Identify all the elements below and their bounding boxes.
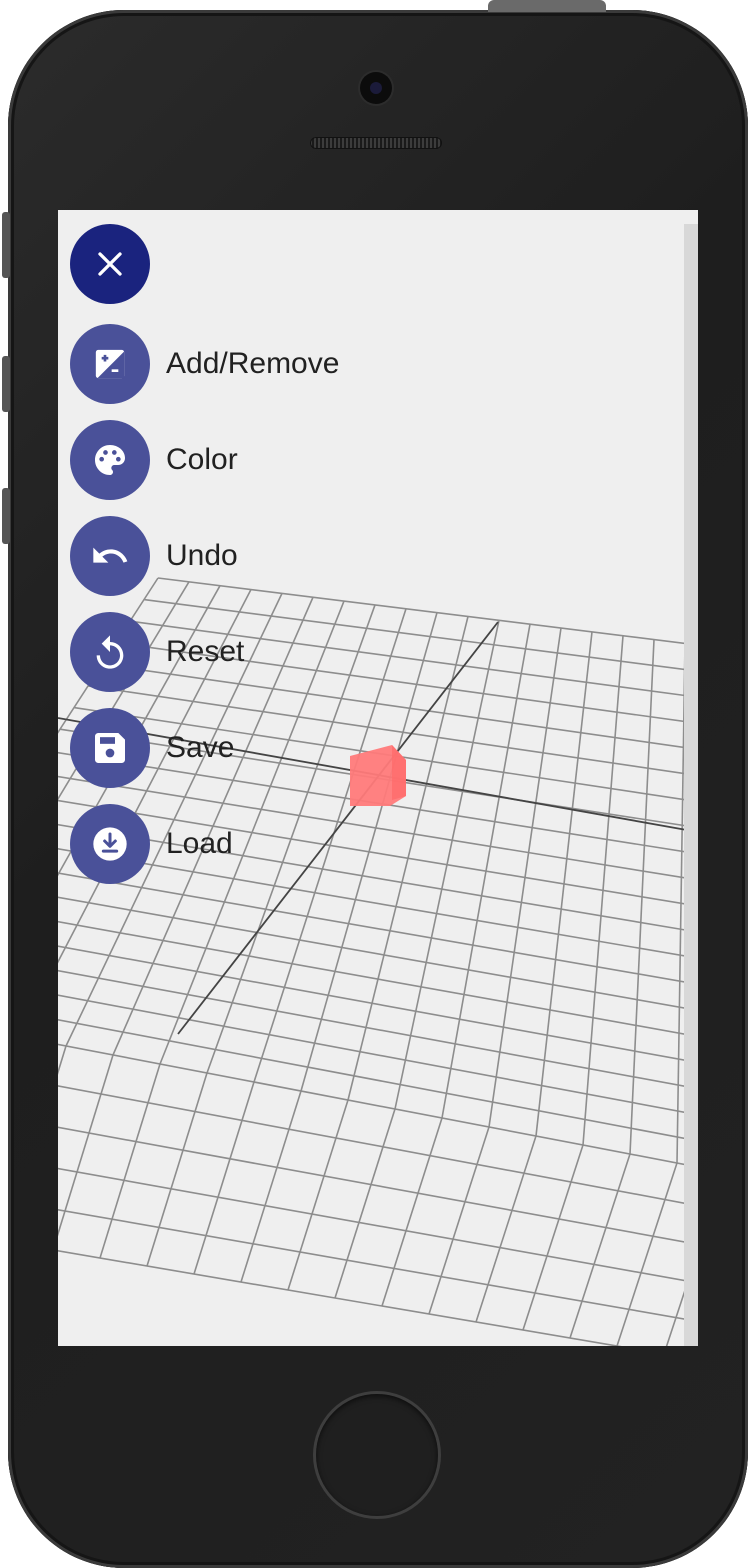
reset-label[interactable]: Reset bbox=[166, 634, 244, 670]
app-screen: Add/Remove Color Undo Reset Save Load bbox=[58, 210, 698, 1346]
reset-icon bbox=[96, 635, 124, 669]
close-menu-button[interactable] bbox=[70, 224, 150, 304]
grid-line bbox=[58, 1250, 622, 1346]
plus-minus-icon bbox=[95, 349, 125, 379]
scene-canvas[interactable] bbox=[58, 210, 698, 1346]
undo-icon bbox=[93, 547, 128, 563]
grid-line bbox=[58, 920, 698, 1038]
volume-down-button bbox=[2, 488, 10, 544]
grid-line bbox=[58, 1018, 698, 1142]
power-button bbox=[488, 0, 606, 12]
grid-line bbox=[58, 1208, 698, 1323]
save-icon bbox=[95, 733, 125, 763]
undo-label[interactable]: Undo bbox=[166, 538, 238, 574]
volume-up-button bbox=[2, 356, 10, 412]
grid-line bbox=[287, 1099, 349, 1291]
home-button[interactable] bbox=[316, 1394, 438, 1516]
earpiece-speaker bbox=[310, 137, 442, 149]
grid-line bbox=[146, 1072, 208, 1267]
load-icon bbox=[93, 827, 127, 861]
palette-icon bbox=[95, 445, 125, 475]
grid-line bbox=[522, 1144, 584, 1331]
grid-line bbox=[58, 994, 698, 1116]
red-cube[interactable] bbox=[350, 745, 406, 806]
grid-line bbox=[58, 945, 698, 1064]
grid-line bbox=[616, 1162, 678, 1346]
grid-line bbox=[99, 1063, 161, 1259]
scrollbar[interactable] bbox=[684, 224, 698, 1346]
front-camera bbox=[360, 72, 392, 104]
grid-line bbox=[58, 1167, 698, 1284]
load-label[interactable]: Load bbox=[166, 826, 233, 862]
grid-line bbox=[193, 1081, 255, 1275]
add-remove-button[interactable] bbox=[70, 324, 150, 404]
grid-line bbox=[58, 1085, 698, 1207]
grid-line bbox=[240, 1090, 302, 1283]
save-button[interactable] bbox=[70, 708, 150, 788]
close-icon bbox=[98, 252, 122, 276]
save-label[interactable]: Save bbox=[166, 730, 234, 766]
grid-line bbox=[475, 1135, 537, 1323]
grid-line bbox=[569, 1153, 631, 1339]
grid-line bbox=[58, 1126, 698, 1246]
grid-line bbox=[428, 1126, 490, 1315]
load-button[interactable] bbox=[70, 804, 150, 884]
grid-line bbox=[334, 1108, 396, 1299]
undo-button[interactable] bbox=[70, 516, 150, 596]
reset-button[interactable] bbox=[70, 612, 150, 692]
grid-line bbox=[58, 1054, 114, 1237]
grid-line bbox=[381, 1117, 443, 1307]
add-remove-label[interactable]: Add/Remove bbox=[166, 346, 339, 382]
mute-switch bbox=[2, 212, 10, 278]
color-label[interactable]: Color bbox=[166, 442, 238, 478]
color-button[interactable] bbox=[70, 420, 150, 500]
